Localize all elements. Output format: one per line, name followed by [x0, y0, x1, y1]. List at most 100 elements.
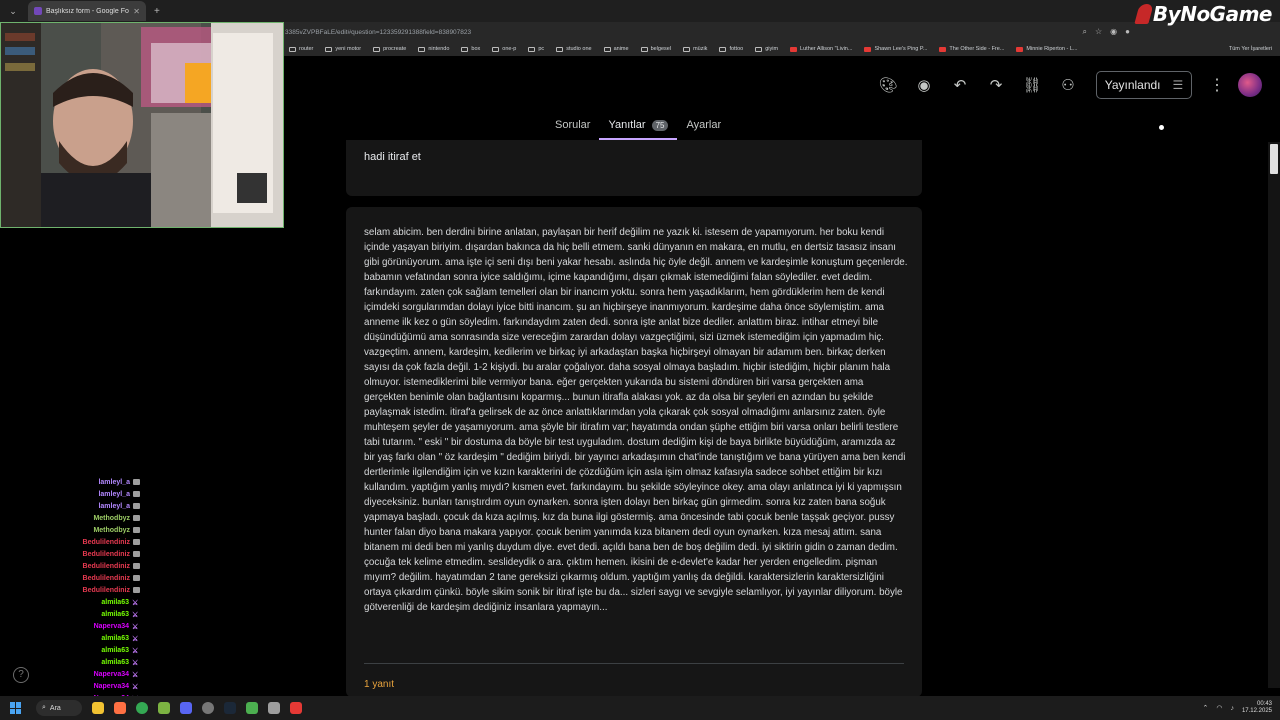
zoom-icon[interactable]: ⌕: [1083, 27, 1087, 37]
chat-username: Methodbyz: [93, 526, 130, 534]
chat-message: almila63 ⚔: [60, 644, 140, 656]
extensions-icon[interactable]: ◉: [1110, 27, 1117, 37]
office-icon[interactable]: [114, 702, 126, 714]
tab-title: Başlıksız form - Google Formlar: [46, 7, 129, 15]
calculator-icon[interactable]: [268, 702, 280, 714]
chat-message: lamleyl_a: [60, 500, 140, 512]
bookmark-item[interactable]: The Other Side - Fre...: [933, 46, 1010, 52]
new-tab-icon[interactable]: +: [154, 6, 160, 17]
chat-message: Naperva34⚔: [60, 620, 140, 632]
bookmark-item[interactable]: yeni motor: [319, 46, 367, 52]
bookmark-item[interactable]: box: [455, 46, 486, 52]
bookmark-item[interactable]: pc: [522, 46, 550, 52]
folder-icon: [461, 46, 469, 52]
question-title: hadi itiraf et: [364, 151, 421, 163]
bookmark-item[interactable]: Luther Allison "Livin...: [784, 46, 858, 52]
chat-username: lamleyl_a: [98, 502, 130, 510]
redo-icon[interactable]: ↷: [978, 70, 1014, 100]
chat-message: Naperva34⚔: [60, 668, 140, 680]
bookmark-item[interactable]: studio one: [550, 46, 597, 52]
xbox-icon[interactable]: [158, 702, 170, 714]
chat-message: Naperva34⚔: [60, 680, 140, 692]
close-tab-icon[interactable]: ✕: [133, 7, 140, 16]
folder-icon: [683, 46, 691, 52]
more-options-icon[interactable]: ⋮: [1202, 75, 1232, 95]
palette-icon[interactable]: 🎨︎: [870, 70, 906, 100]
scrollbar-thumb[interactable]: [1270, 144, 1278, 174]
bynogame-mark-icon: [1134, 4, 1154, 24]
tab-search-icon[interactable]: ⌄: [4, 3, 22, 19]
bookmark-item[interactable]: anime: [598, 46, 635, 52]
add-collaborator-icon[interactable]: ⚇: [1050, 70, 1086, 100]
stream-chat: lamleyl_a lamleyl_a lamleyl_a Methodbyz Meth…: [60, 476, 140, 704]
discord-icon[interactable]: [180, 702, 192, 714]
forms-toolbar: 🎨︎ ◉ ↶ ↷ ⛓ ⚇ Yayınlandı ☰ ⋮: [870, 70, 1270, 100]
profile-icon[interactable]: ●: [1125, 27, 1130, 37]
tab-settings[interactable]: Ayarlar: [677, 114, 730, 140]
tab-responses-label: Yanıtlar: [608, 119, 646, 131]
clock[interactable]: 00:43 17.12.2025: [1242, 701, 1272, 715]
chat-badge-icon: [133, 479, 140, 485]
bookmark-item[interactable]: Shawn Lee's Ping P...: [858, 46, 933, 52]
bookmark-item[interactable]: one-p: [486, 46, 522, 52]
chat-message: Bedulilendiniz: [60, 536, 140, 548]
bookmark-star-icon[interactable]: ☆: [1095, 27, 1102, 37]
bookmark-label: Luther Allison "Livin...: [800, 46, 853, 52]
bookmark-item[interactable]: router: [283, 46, 319, 52]
bookmark-item[interactable]: Minnie Riperton - L...: [1010, 46, 1083, 52]
bookmark-label: yeni motor: [335, 46, 362, 52]
chrome-icon[interactable]: [136, 702, 148, 714]
volume-icon[interactable]: ♪: [1230, 705, 1234, 712]
settings-gear-icon[interactable]: [202, 702, 214, 714]
chat-username: Naperva34: [93, 682, 129, 690]
bookmark-item[interactable]: müzik: [677, 46, 713, 52]
bookmark-item[interactable]: belgesel: [635, 46, 678, 52]
bookmark-label: pc: [538, 46, 545, 52]
bookmark-item[interactable]: fottoo: [713, 46, 749, 52]
publish-button[interactable]: Yayınlandı ☰: [1096, 71, 1192, 99]
chat-message: almila63 ⚔: [60, 656, 140, 668]
bookmark-item[interactable]: procreate: [367, 46, 412, 52]
chat-username: Bedulilendiniz: [82, 550, 130, 558]
bookmark-label: Shawn Lee's Ping P...: [874, 46, 928, 52]
help-icon[interactable]: ?: [13, 667, 29, 683]
wifi-icon[interactable]: ◠: [1216, 704, 1222, 712]
tray-chevron-icon[interactable]: ⌃: [1202, 704, 1208, 712]
sword-badge-icon: ⚔: [132, 612, 139, 619]
chat-message: lamleyl_a: [60, 476, 140, 488]
folder-icon: [373, 46, 381, 52]
bookmark-item[interactable]: nintendo: [412, 46, 455, 52]
reply-count-link[interactable]: 1 yanıt: [364, 679, 394, 690]
file-explorer-icon[interactable]: [92, 702, 104, 714]
tab-responses[interactable]: Yanıtlar 75: [599, 114, 678, 140]
link-icon[interactable]: ⛓: [1014, 70, 1050, 100]
chat-message: Bedulilendiniz: [60, 548, 140, 560]
obs-icon[interactable]: [290, 702, 302, 714]
taskbar-search[interactable]: ⌕ Ara: [36, 700, 82, 716]
search-label: Ara: [49, 704, 61, 712]
url-field[interactable]: 3385vZVPBFaLE/edit#question=123359291388…: [285, 29, 985, 36]
steam-icon[interactable]: [224, 702, 236, 714]
bookmark-label: one-p: [502, 46, 517, 52]
clock-time: 00:43: [1256, 701, 1272, 707]
bookmark-label: box: [471, 46, 481, 52]
preview-eye-icon[interactable]: ◉: [906, 70, 942, 100]
folder-icon: [556, 46, 564, 52]
response-text: selam abicim. ben derdini birine anlatan…: [364, 227, 908, 613]
bookmark-item[interactable]: giyim: [749, 46, 784, 52]
tab-questions[interactable]: Sorular: [546, 114, 599, 140]
chat-message: almila63 ⚔: [60, 596, 140, 608]
bookmark-label: belgesel: [650, 46, 672, 52]
chat-username: almila63: [101, 598, 129, 606]
page-scrollbar[interactable]: [1268, 142, 1280, 688]
browser-tab[interactable]: Başlıksız form - Google Formlar ✕: [28, 1, 146, 21]
undo-icon[interactable]: ↶: [942, 70, 978, 100]
start-menu-icon[interactable]: [10, 702, 22, 714]
avatar[interactable]: [1238, 73, 1262, 97]
all-bookmarks[interactable]: Tüm Yer İşaretleri: [1223, 46, 1280, 52]
chat-badge-icon: [133, 539, 140, 545]
chat-message: Methodbyz: [60, 512, 140, 524]
folder-icon: [640, 46, 648, 52]
system-tray: ⌃ ◠ ♪ 00:43 17.12.2025: [1202, 701, 1280, 715]
stream-app-icon[interactable]: [246, 702, 258, 714]
